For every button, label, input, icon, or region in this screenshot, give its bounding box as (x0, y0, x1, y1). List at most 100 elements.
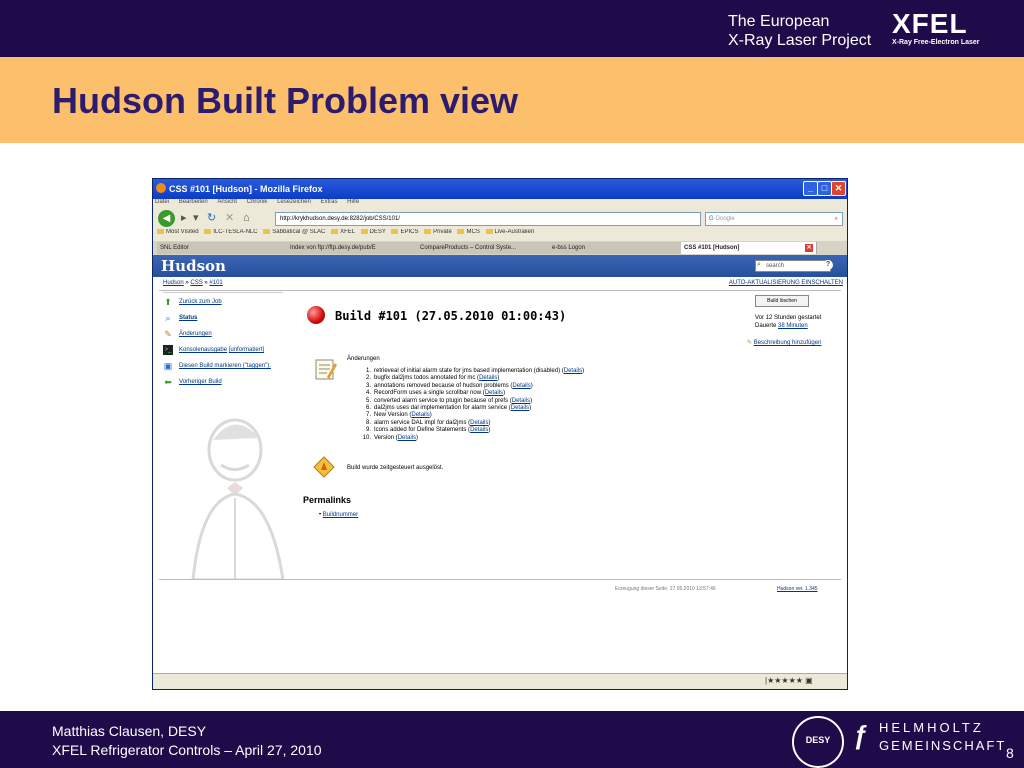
sidebar-item-label: Status (179, 315, 198, 321)
navigation-toolbar: ◀ ▸ ▾ ↻ ✕ ⌂ http://krykhudson.desy.de:82… (153, 209, 847, 229)
details-link[interactable]: Details (470, 427, 488, 433)
list-item: 8. alarm service DAL impl for dal2jms (De… (365, 419, 491, 426)
details-link[interactable]: Details (564, 368, 582, 374)
menu-item-hilfe[interactable]: Hilfe (347, 199, 359, 205)
author: Matthias Clausen, DESY (52, 723, 207, 739)
helmholtz-symbol-icon: ƒ (853, 720, 868, 750)
sidebar-item-back-to-job[interactable]: ⬆ Zurück zum Job (163, 297, 271, 313)
stop-icon[interactable]: ✕ (225, 212, 234, 225)
home-icon[interactable]: ⌂ (243, 212, 250, 225)
reload-icon[interactable]: ↻ (207, 212, 216, 225)
tab-ftp-index[interactable]: Index von ftp://ftp.desy.de/pub/E (287, 242, 419, 254)
sidebar-item-changes[interactable]: ✎ Änderungen (163, 329, 271, 345)
breadcrumb-hudson[interactable]: Hudson (163, 280, 184, 286)
breadcrumb-build[interactable]: #101 (209, 280, 222, 286)
bookmark-live-australien[interactable]: Live-Australien (485, 229, 534, 235)
bookmarks-toolbar: Most Visited ILC-TESLA-NLC Sabbatical @ … (153, 229, 847, 241)
hudson-logo[interactable]: Hudson (161, 257, 226, 275)
tab-ebss-logon[interactable]: e-bss Logon (549, 242, 683, 254)
back-button[interactable]: ◀ (158, 210, 175, 227)
bookmark-ilc[interactable]: ILC-TESLA-NLC (204, 229, 258, 235)
breadcrumb: Hudson » CSS » #101 (163, 280, 223, 286)
folder-icon (204, 229, 212, 234)
arrow-left-icon: ⬅ (164, 377, 172, 387)
rating-stars-icon[interactable]: |★★★★★ ▣ (765, 676, 813, 685)
sidebar-item-status[interactable]: ⌕ Status (163, 313, 271, 329)
menu-item-datei[interactable]: Datei (155, 199, 169, 205)
details-link[interactable]: Details (511, 405, 529, 411)
window-titlebar[interactable]: CSS #101 [Hudson] - Mozilla Firefox _ □ … (153, 179, 847, 199)
google-icon: G (709, 216, 714, 222)
details-link[interactable]: Details (512, 398, 530, 404)
tab-compare-products[interactable]: CompareProducts – Control Syste... (417, 242, 551, 254)
sidebar-item-label: Änderungen (179, 331, 212, 337)
helmholtz-line-2: GEMEINSCHAFT (879, 738, 1007, 753)
project-line-2: X-Ray Laser Project (728, 32, 872, 49)
sidebar-item-previous-build[interactable]: ⬅ Vorheriger Build (163, 377, 271, 393)
window-title: CSS #101 [Hudson] - Mozilla Firefox (169, 184, 323, 194)
bookmark-desy[interactable]: DESY (360, 229, 386, 235)
url-input[interactable]: http://krykhudson.desy.de:8282/job/CSS/1… (275, 212, 701, 226)
close-tab-icon[interactable]: ✕ (805, 244, 813, 252)
duration-link[interactable]: 38 Minuten (778, 323, 808, 329)
bookmark-slac[interactable]: Sabbatical @ SLAC (263, 229, 325, 235)
details-link[interactable]: Details (470, 420, 488, 426)
add-description-link[interactable]: ✎ Beschreibung hinzufügen (747, 339, 821, 346)
bookmark-xfel[interactable]: XFEL (331, 229, 355, 235)
tab-css-hudson-label: CSS #101 [Hudson] (684, 245, 740, 251)
arrow-up-icon: ⬆ (164, 297, 172, 307)
slide-right-strip-white (1000, 143, 1024, 711)
bookmark-epics[interactable]: EPICS (391, 229, 418, 235)
search-icon[interactable]: ⌕ (835, 213, 838, 225)
xfel-logo: XFEL X-Ray Free-Electron Laser (892, 10, 980, 47)
firefox-window: CSS #101 [Hudson] - Mozilla Firefox _ □ … (152, 178, 848, 690)
permalink-build-number[interactable]: • Buildnummer (319, 512, 358, 518)
slide-footer: Matthias Clausen, DESY XFEL Refrigerator… (52, 722, 322, 760)
page-number: 8 (1006, 745, 1014, 761)
minimize-icon[interactable]: _ (803, 181, 818, 196)
bookmark-private[interactable]: Private (424, 229, 452, 235)
search-input[interactable]: G Google ⌕ (705, 212, 843, 226)
add-description-label: Beschreibung hinzufügen (753, 340, 822, 346)
menu-bar: Datei Bearbeiten Ansicht Chronik Lesezei… (153, 199, 847, 209)
folder-icon (331, 229, 339, 234)
menu-item-bearbeiten[interactable]: Bearbeiten (179, 199, 208, 205)
details-link[interactable]: Details (398, 435, 416, 441)
folder-icon (457, 229, 465, 234)
sidebar: ⬆ Zurück zum Job ⌕ Status ✎ Änderungen >… (163, 297, 271, 393)
console-raw-link[interactable]: [unformatiert] (229, 347, 264, 353)
page-content: Hudson search ⌕ ? Hudson » CSS » #101 AU… (153, 255, 847, 673)
sidebar-item-console[interactable]: >_ Konsolenausgabe [unformatiert] (163, 345, 271, 361)
auto-refresh-link[interactable]: AUTO-AKTUALISIERUNG EINSCHALTEN (729, 280, 843, 286)
list-item: 4. RecordForm uses a single scrollbar now… (365, 390, 506, 397)
delete-build-button[interactable]: Build löschen (755, 295, 809, 307)
xfel-logo-text: XFEL (892, 8, 968, 39)
breadcrumb-css[interactable]: CSS (190, 280, 202, 286)
maximize-icon[interactable]: □ (817, 181, 832, 196)
bookmark-mcs[interactable]: MCS (457, 229, 480, 235)
menu-item-ansicht[interactable]: Ansicht (217, 199, 237, 205)
details-link[interactable]: Details (485, 390, 503, 396)
xfel-logo-subtitle: X-Ray Free-Electron Laser (892, 39, 980, 46)
bookmark-most-visited[interactable]: Most Visited (157, 229, 199, 235)
tab-snl-editor[interactable]: SNL Editor (157, 242, 289, 254)
hudson-butler-watermark-icon (191, 418, 285, 580)
details-link[interactable]: Details (479, 375, 497, 381)
folder-icon (263, 229, 271, 234)
close-icon[interactable]: ✕ (831, 181, 846, 196)
menu-item-chronik[interactable]: Chronik (247, 199, 268, 205)
help-icon[interactable]: ? (823, 260, 833, 270)
hudson-version-link[interactable]: Hudson ver. 1.345 (777, 586, 818, 592)
project-line-1: The European (728, 13, 830, 30)
sidebar-item-tag-build[interactable]: ▣ Diesen Build markieren ("taggen"). (163, 361, 271, 377)
tab-css-hudson[interactable]: CSS #101 [Hudson] ✕ (681, 242, 817, 254)
history-dropdown-icon[interactable]: ▾ (193, 212, 199, 225)
terminal-icon: >_ (163, 345, 173, 355)
menu-item-lesezeichen[interactable]: Lesezeichen (277, 199, 311, 205)
hudson-search-input[interactable]: search (755, 260, 831, 272)
forward-icon[interactable]: ▸ (181, 212, 187, 225)
details-link[interactable]: Details (411, 412, 429, 418)
details-link[interactable]: Details (512, 383, 530, 389)
menu-item-extras[interactable]: Extras (320, 199, 337, 205)
list-item: 2. bugfix dal2jms todos annotated for mc … (365, 375, 500, 382)
